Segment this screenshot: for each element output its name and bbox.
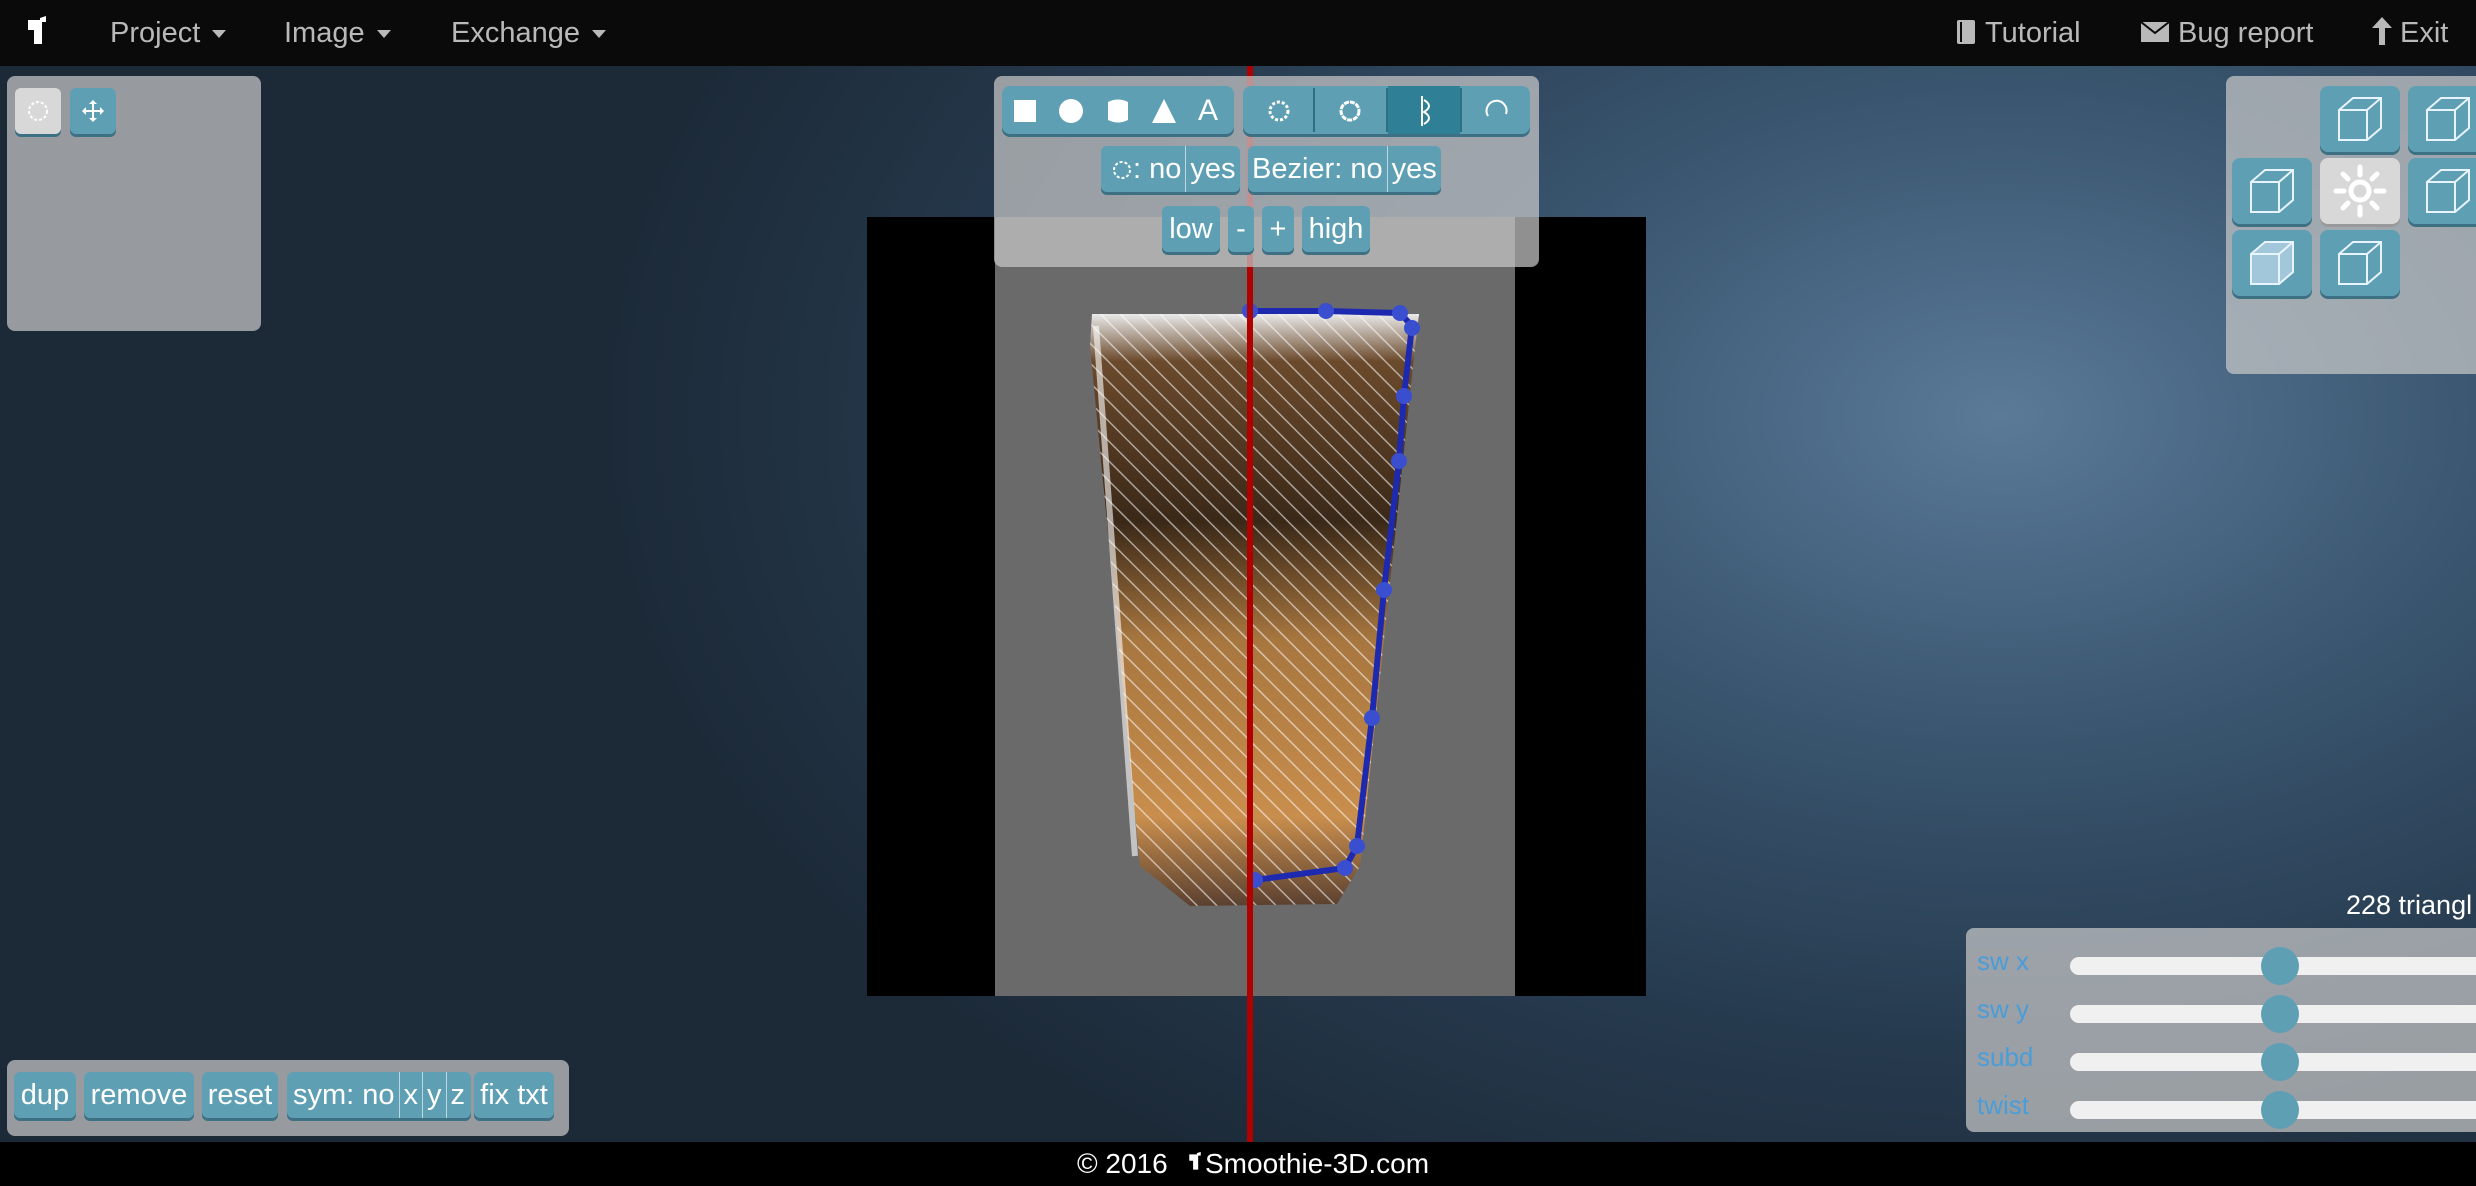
bezier-yes-option[interactable]: yes	[1388, 146, 1441, 192]
profile-no-label: : no	[1133, 153, 1182, 185]
cube-solid-view-icon	[2250, 241, 2294, 285]
low-resolution-button[interactable]: low	[1162, 206, 1220, 252]
footer: © 2016 Smoothie-3D.com	[0, 1142, 2476, 1186]
chevron-down-icon	[592, 30, 606, 39]
smoothie-logo-icon	[1189, 1151, 1201, 1170]
select-circle-icon	[28, 101, 48, 121]
duplicate-button[interactable]: dup	[14, 1072, 76, 1118]
image-menu[interactable]: Image	[284, 0, 391, 66]
sphere-shape-icon[interactable]	[1057, 97, 1085, 125]
bug-report-link[interactable]: Bug report	[2140, 0, 2313, 66]
mode-divider	[1460, 88, 1462, 132]
envelope-icon	[2140, 21, 2170, 42]
slider-handle[interactable]	[2261, 947, 2299, 985]
copyright-text: © 2016	[1077, 1148, 1168, 1179]
cube-shape-icon[interactable]	[1011, 97, 1039, 125]
slider-label: sw y	[1977, 994, 2029, 1024]
symmetry-z-option[interactable]: z	[447, 1072, 472, 1118]
view-left-button[interactable]	[2232, 158, 2312, 224]
symmetry-none-option[interactable]: sym: no	[287, 1072, 400, 1118]
symmetry-toggle[interactable]: sym: no x y z	[287, 1072, 472, 1118]
gear-shape-icon[interactable]	[1264, 96, 1294, 126]
top-menu-bar: Project Image Exchange Tutorial Bug repo…	[0, 0, 2476, 66]
remove-button[interactable]: remove	[84, 1072, 194, 1118]
image-menu-label: Image	[284, 17, 365, 49]
select-tool-button[interactable]	[15, 88, 61, 134]
symmetry-x-option[interactable]: x	[400, 1072, 424, 1118]
site-link[interactable]: Smoothie-3D.com	[1205, 1148, 1429, 1180]
profile-yes-option[interactable]: yes	[1186, 146, 1239, 192]
fix-texture-button[interactable]: fix txt	[474, 1072, 554, 1118]
circle-outline-icon	[1113, 161, 1131, 179]
cube-view-icon	[2338, 241, 2382, 285]
high-resolution-button[interactable]: high	[1302, 206, 1370, 252]
rounded-shape-icon[interactable]	[1335, 96, 1365, 126]
cylinder-shape-icon[interactable]	[1104, 97, 1132, 125]
bezier-toggle[interactable]: Bezier: no yes	[1248, 146, 1441, 192]
view-front-button[interactable]	[2232, 230, 2312, 296]
triangle-count: 228 triangl	[2346, 890, 2473, 920]
text-shape-tool[interactable]: A	[1198, 94, 1218, 128]
exchange-menu-label: Exchange	[451, 17, 580, 49]
slider-handle[interactable]	[2261, 1091, 2299, 1129]
increase-resolution-button[interactable]: +	[1262, 206, 1294, 252]
reset-button[interactable]: reset	[202, 1072, 278, 1118]
slider-handle[interactable]	[2261, 995, 2299, 1033]
chevron-down-icon	[376, 30, 391, 39]
cone-shape-icon[interactable]	[1150, 97, 1178, 125]
slider-label: sw x	[1977, 946, 2029, 976]
cube-view-icon	[2338, 97, 2382, 141]
slider-label: twist	[1977, 1090, 2029, 1120]
slider-label: subd	[1977, 1042, 2034, 1072]
view-right-button[interactable]	[2408, 158, 2476, 224]
view-top-button[interactable]	[2320, 86, 2400, 152]
cube-view-icon	[2426, 169, 2470, 213]
profile-toggle[interactable]: : no yes	[1101, 146, 1240, 192]
slider-handle[interactable]	[2261, 1043, 2299, 1081]
project-menu-label: Project	[110, 17, 201, 49]
arrow-up-icon	[2372, 17, 2392, 45]
mirror-profile-icon[interactable]	[1408, 94, 1438, 128]
bug-report-label: Bug report	[2178, 17, 2314, 49]
exit-link[interactable]: Exit	[2372, 0, 2448, 66]
exit-label: Exit	[2400, 17, 2449, 49]
profile-no-option[interactable]: : no	[1101, 146, 1187, 192]
chevron-down-icon	[212, 30, 227, 39]
3d-viewport[interactable]: A : no yes Bezier: no yes low - + high 2…	[0, 66, 2476, 1142]
mode-divider	[1313, 88, 1315, 132]
exchange-menu[interactable]: Exchange	[451, 0, 606, 66]
cube-view-icon	[2426, 97, 2470, 141]
book-icon	[1957, 20, 1975, 44]
curve-profile-icon[interactable]	[1482, 96, 1512, 126]
light-settings-button[interactable]	[2320, 158, 2400, 224]
tutorial-label: Tutorial	[1985, 17, 2081, 49]
smoothie-logo-icon[interactable]	[26, 16, 48, 48]
symmetry-y-option[interactable]: y	[423, 1072, 447, 1118]
bezier-no-option[interactable]: Bezier: no	[1248, 146, 1388, 192]
cube-view-icon	[2250, 169, 2294, 213]
tutorial-link[interactable]: Tutorial	[1955, 0, 2081, 66]
view-bottom-button[interactable]	[2320, 230, 2400, 296]
sun-icon	[2333, 164, 2387, 218]
move-arrows-icon	[82, 100, 104, 122]
decrease-resolution-button[interactable]: -	[1228, 206, 1254, 252]
view-top-right-button[interactable]	[2408, 86, 2476, 152]
project-menu[interactable]: Project	[110, 0, 227, 66]
move-tool-button[interactable]	[70, 88, 116, 134]
